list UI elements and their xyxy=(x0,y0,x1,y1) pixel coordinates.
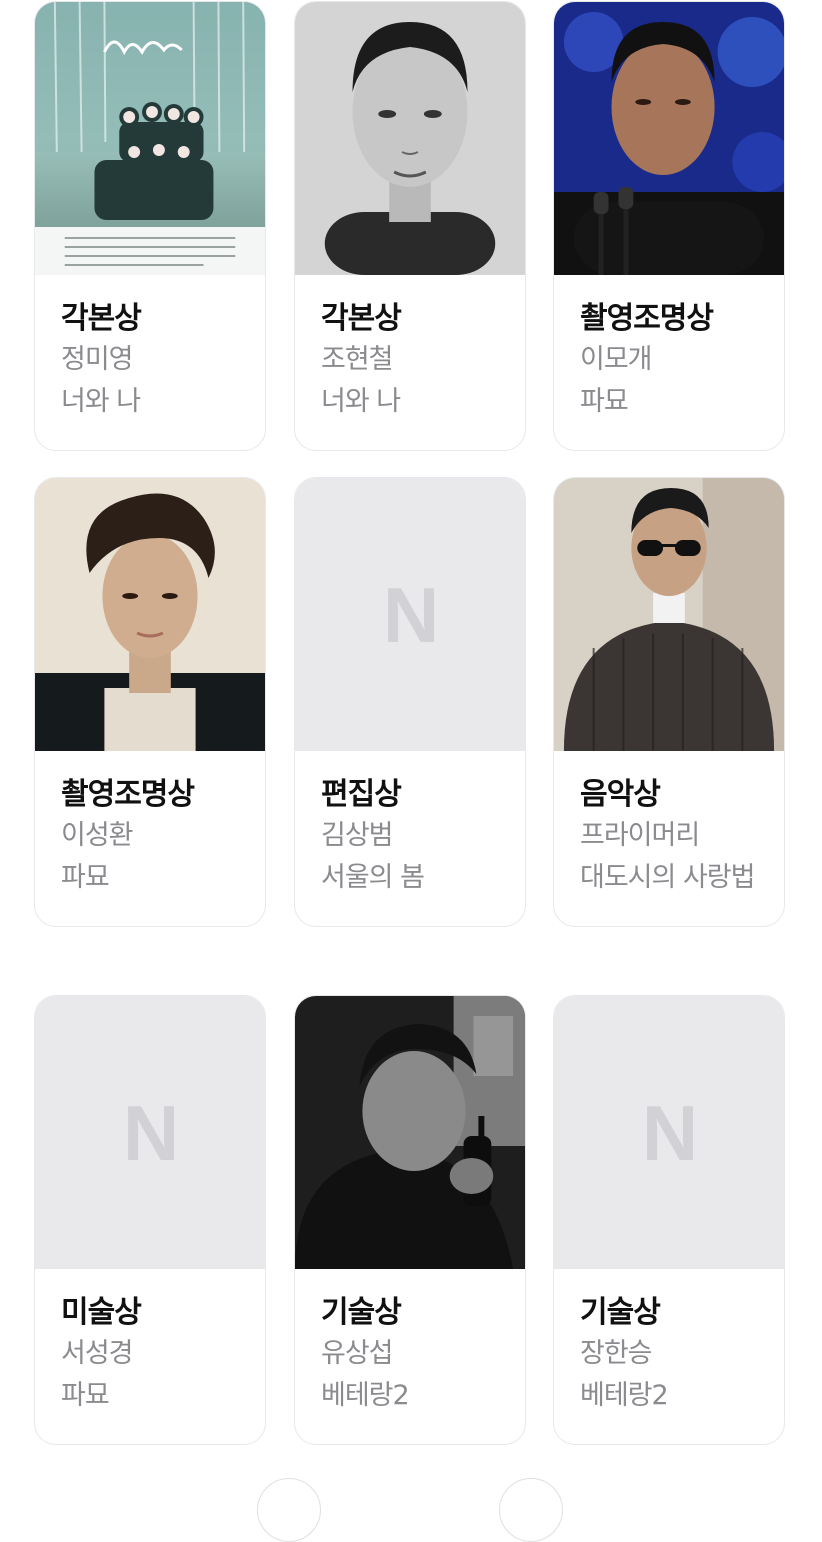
person-name: 조현철 xyxy=(321,344,394,375)
work-title: 파묘 xyxy=(61,1380,110,1411)
naver-logo-icon: N xyxy=(382,570,439,659)
award-card[interactable]: 각본상 정미영 너와 나 xyxy=(34,1,266,451)
award-title: 미술상 xyxy=(61,1295,142,1330)
next-page-button[interactable] xyxy=(499,1478,563,1542)
poster-image xyxy=(35,2,265,275)
placeholder-image: N xyxy=(295,478,525,751)
award-title: 음악상 xyxy=(580,777,661,812)
work-title: 너와 나 xyxy=(61,386,141,417)
portrait-image xyxy=(554,478,784,751)
prev-page-button[interactable] xyxy=(257,1478,321,1542)
award-title: 촬영조명상 xyxy=(61,777,195,812)
award-card[interactable]: 촬영조명상 이모개 파묘 xyxy=(553,1,785,451)
award-card[interactable]: 촬영조명상 이성환 파묘 xyxy=(34,477,266,927)
person-name: 서성경 xyxy=(61,1338,134,1369)
award-card[interactable]: N 기술상 장한승 베테랑2 xyxy=(553,995,785,1445)
person-name: 정미영 xyxy=(61,344,134,375)
portrait-image xyxy=(35,478,265,751)
person-name: 김상범 xyxy=(321,820,394,851)
award-title: 각본상 xyxy=(61,301,142,336)
award-title: 기술상 xyxy=(580,1295,661,1330)
work-title: 서울의 봄 xyxy=(321,862,425,893)
portrait-image xyxy=(295,996,525,1269)
placeholder-image: N xyxy=(554,996,784,1269)
work-title: 베테랑2 xyxy=(321,1380,410,1411)
person-name: 유상섭 xyxy=(321,1338,394,1369)
placeholder-image: N xyxy=(35,996,265,1269)
person-name: 프라이머리 xyxy=(580,820,700,851)
award-card[interactable]: N 편집상 김상범 서울의 봄 xyxy=(294,477,526,927)
work-title: 대도시의 사랑법 xyxy=(580,862,755,893)
award-card[interactable]: N 미술상 서성경 파묘 xyxy=(34,995,266,1445)
work-title: 베테랑2 xyxy=(580,1380,669,1411)
award-card[interactable]: 음악상 프라이머리 대도시의 사랑법 xyxy=(553,477,785,927)
award-card[interactable]: 각본상 조현철 너와 나 xyxy=(294,1,526,451)
portrait-image xyxy=(295,2,525,275)
person-name: 이성환 xyxy=(61,820,134,851)
portrait-image xyxy=(554,2,784,275)
naver-logo-icon: N xyxy=(122,1088,179,1177)
award-title: 촬영조명상 xyxy=(580,301,714,336)
naver-logo-icon: N xyxy=(641,1088,698,1177)
award-title: 편집상 xyxy=(321,777,402,812)
work-title: 파묘 xyxy=(580,386,629,417)
work-title: 너와 나 xyxy=(321,386,401,417)
person-name: 장한승 xyxy=(580,1338,653,1369)
award-card[interactable]: 기술상 유상섭 베테랑2 xyxy=(294,995,526,1445)
work-title: 파묘 xyxy=(61,862,110,893)
award-title: 기술상 xyxy=(321,1295,402,1330)
award-title: 각본상 xyxy=(321,301,402,336)
person-name: 이모개 xyxy=(580,344,653,375)
